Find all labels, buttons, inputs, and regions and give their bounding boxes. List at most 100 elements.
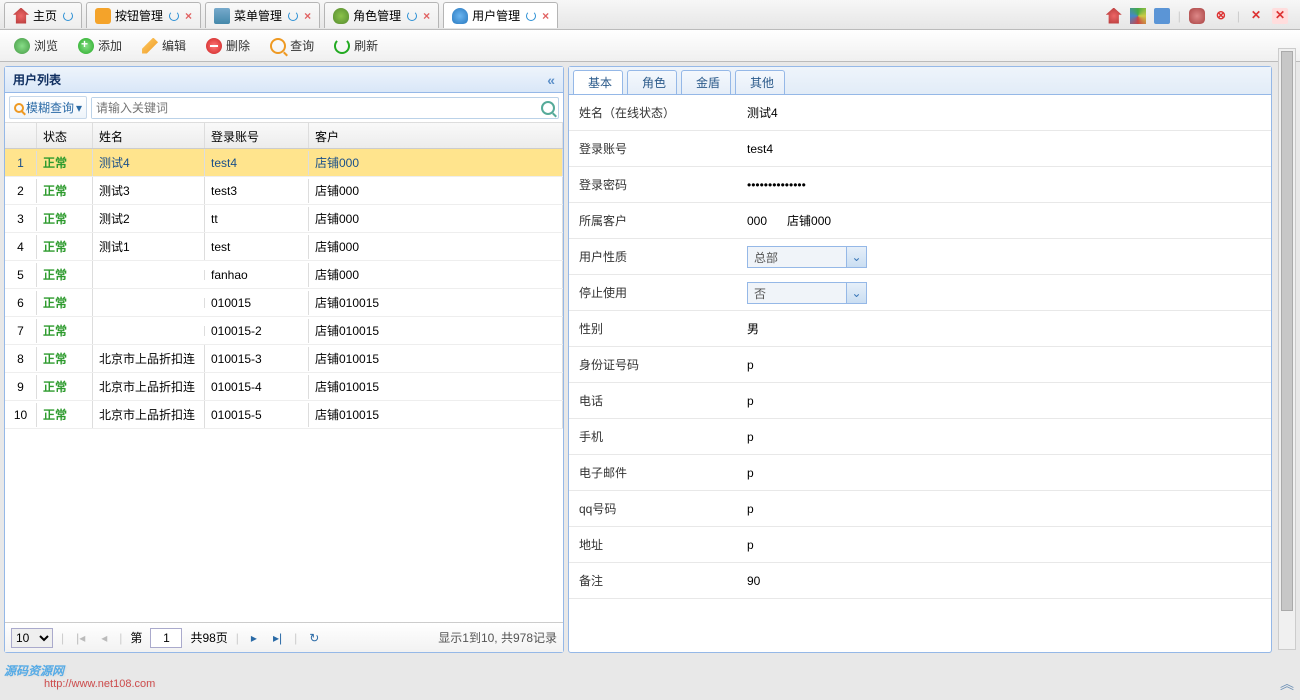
edit-icon: [142, 38, 158, 54]
chevron-down-icon[interactable]: ⌄: [846, 247, 866, 267]
table-row[interactable]: 5正常fanhao店铺000: [5, 261, 563, 289]
close-icon[interactable]: ×: [185, 9, 192, 23]
table-row[interactable]: 1正常测试4test4店铺000: [5, 149, 563, 177]
page-input[interactable]: [150, 628, 182, 648]
table-row[interactable]: 10正常北京市上品折扣连010015-5店铺010015: [5, 401, 563, 429]
disabled-select[interactable]: 否⌄: [747, 282, 867, 304]
last-page-button[interactable]: ▸|: [269, 629, 286, 647]
reload-button[interactable]: ↻: [305, 629, 323, 647]
detail-panel: 基本 角色 金盾 其他 姓名（在线状态）测试4 登录账号test4 登录密码••…: [568, 66, 1272, 653]
vertical-scrollbar[interactable]: [1278, 48, 1296, 650]
refresh-icon[interactable]: [526, 11, 536, 21]
search-icon: [14, 103, 24, 113]
gear-icon[interactable]: [1189, 8, 1205, 24]
edit-button[interactable]: 编辑: [136, 34, 192, 57]
nature-select[interactable]: 总部⌄: [747, 246, 867, 268]
delete-icon: [206, 38, 222, 54]
tab-other[interactable]: 其他: [735, 70, 785, 94]
panel-header: 用户列表 «: [5, 67, 563, 93]
col-account[interactable]: 登录账号: [205, 123, 309, 148]
tabbar-tools: | ⊗ | ✕ ✕: [1106, 2, 1296, 29]
close-icon[interactable]: ⊗: [1213, 8, 1229, 24]
scrollbar-thumb[interactable]: [1281, 51, 1293, 611]
page-size-select[interactable]: 10: [11, 628, 53, 648]
search-mode-button[interactable]: 模糊查询 ▾: [9, 96, 87, 119]
chevron-down-icon[interactable]: ⌄: [846, 283, 866, 303]
search-button[interactable]: 查询: [264, 34, 320, 57]
tab-jindun[interactable]: 金盾: [681, 70, 731, 94]
col-name[interactable]: 姓名: [93, 123, 205, 148]
tab-menu-mgmt[interactable]: 菜单管理×: [205, 2, 320, 28]
table-row[interactable]: 8正常北京市上品折扣连010015-3店铺010015: [5, 345, 563, 373]
close-icon[interactable]: ×: [423, 9, 430, 23]
table-row[interactable]: 3正常测试2tt店铺000: [5, 205, 563, 233]
chevron-down-icon: ▾: [76, 101, 82, 115]
next-page-button[interactable]: ▸: [247, 629, 261, 647]
pager-info: 显示1到10, 共978记录: [438, 629, 557, 646]
value-idcard: p: [739, 352, 1271, 378]
value-gender: 男: [739, 314, 1271, 343]
refresh-icon[interactable]: [63, 11, 73, 21]
delete-button[interactable]: 删除: [200, 34, 256, 57]
table-row[interactable]: 6正常010015店铺010015: [5, 289, 563, 317]
detail-tabs: 基本 角色 金盾 其他: [569, 67, 1271, 95]
first-page-button[interactable]: |◂: [72, 629, 89, 647]
label-name: 姓名（在线状态）: [569, 98, 739, 127]
close-icon[interactable]: ×: [542, 9, 549, 23]
label-nature: 用户性质: [569, 242, 739, 271]
col-status[interactable]: 状态: [37, 123, 93, 148]
main-area: 用户列表 « 模糊查询 ▾ 状态 姓名 登录账号 客户 1正常测试4test4店…: [0, 62, 1300, 657]
value-email: p: [739, 460, 1271, 486]
tab-basic[interactable]: 基本: [573, 70, 623, 94]
collapse-icon[interactable]: «: [547, 72, 555, 88]
role-icon: [333, 8, 349, 24]
tab-bar: 主页 按钮管理× 菜单管理× 角色管理× 用户管理× | ⊗ | ✕ ✕: [0, 0, 1300, 30]
close-tab-icon[interactable]: ✕: [1248, 8, 1264, 24]
col-customer[interactable]: 客户: [309, 123, 563, 148]
home-icon[interactable]: [1106, 8, 1122, 24]
close-icon[interactable]: ×: [304, 9, 311, 23]
search-icon: [270, 38, 286, 54]
panel-title: 用户列表: [13, 71, 61, 88]
search-input[interactable]: [92, 98, 536, 118]
search-row: 模糊查询 ▾: [5, 93, 563, 123]
label-remark: 备注: [569, 566, 739, 595]
browse-button[interactable]: 浏览: [8, 34, 64, 57]
refresh-button[interactable]: 刷新: [328, 34, 384, 57]
table-row[interactable]: 4正常测试1test店铺000: [5, 233, 563, 261]
table-row[interactable]: 2正常测试3test3店铺000: [5, 177, 563, 205]
value-address: p: [739, 532, 1271, 558]
user-icon: [452, 8, 468, 24]
refresh-icon[interactable]: [288, 11, 298, 21]
grid-icon[interactable]: [1130, 8, 1146, 24]
value-remark: 90: [739, 568, 1271, 594]
expand-south-icon[interactable]: ︽: [1280, 674, 1294, 694]
add-button[interactable]: 添加: [72, 34, 128, 57]
value-qq: p: [739, 496, 1271, 522]
value-account: test4: [739, 136, 1271, 162]
label-phone: 电话: [569, 386, 739, 415]
label-password: 登录密码: [569, 170, 739, 199]
label-mobile: 手机: [569, 422, 739, 451]
tab-role-mgmt[interactable]: 角色管理×: [324, 2, 439, 28]
table-row[interactable]: 7正常010015-2店铺010015: [5, 317, 563, 345]
tab-home[interactable]: 主页: [4, 2, 82, 28]
add-icon: [78, 38, 94, 54]
tab-button-mgmt[interactable]: 按钮管理×: [86, 2, 201, 28]
prev-page-button[interactable]: ◂: [97, 629, 111, 647]
label-disabled: 停止使用: [569, 278, 739, 307]
toolbar: 浏览 添加 编辑 删除 查询 刷新: [0, 30, 1300, 62]
refresh-icon[interactable]: [169, 11, 179, 21]
tab-user-mgmt[interactable]: 用户管理×: [443, 2, 558, 28]
refresh-icon[interactable]: [407, 11, 417, 21]
window-icon[interactable]: [1154, 8, 1170, 24]
value-phone: p: [739, 388, 1271, 414]
search-icon[interactable]: [541, 101, 555, 115]
browse-icon: [14, 38, 30, 54]
label-customer: 所属客户: [569, 206, 739, 235]
table-row[interactable]: 9正常北京市上品折扣连010015-4店铺010015: [5, 373, 563, 401]
label-qq: qq号码: [569, 494, 739, 523]
refresh-icon: [334, 38, 350, 54]
close-all-icon[interactable]: ✕: [1272, 8, 1288, 24]
tab-role[interactable]: 角色: [627, 70, 677, 94]
